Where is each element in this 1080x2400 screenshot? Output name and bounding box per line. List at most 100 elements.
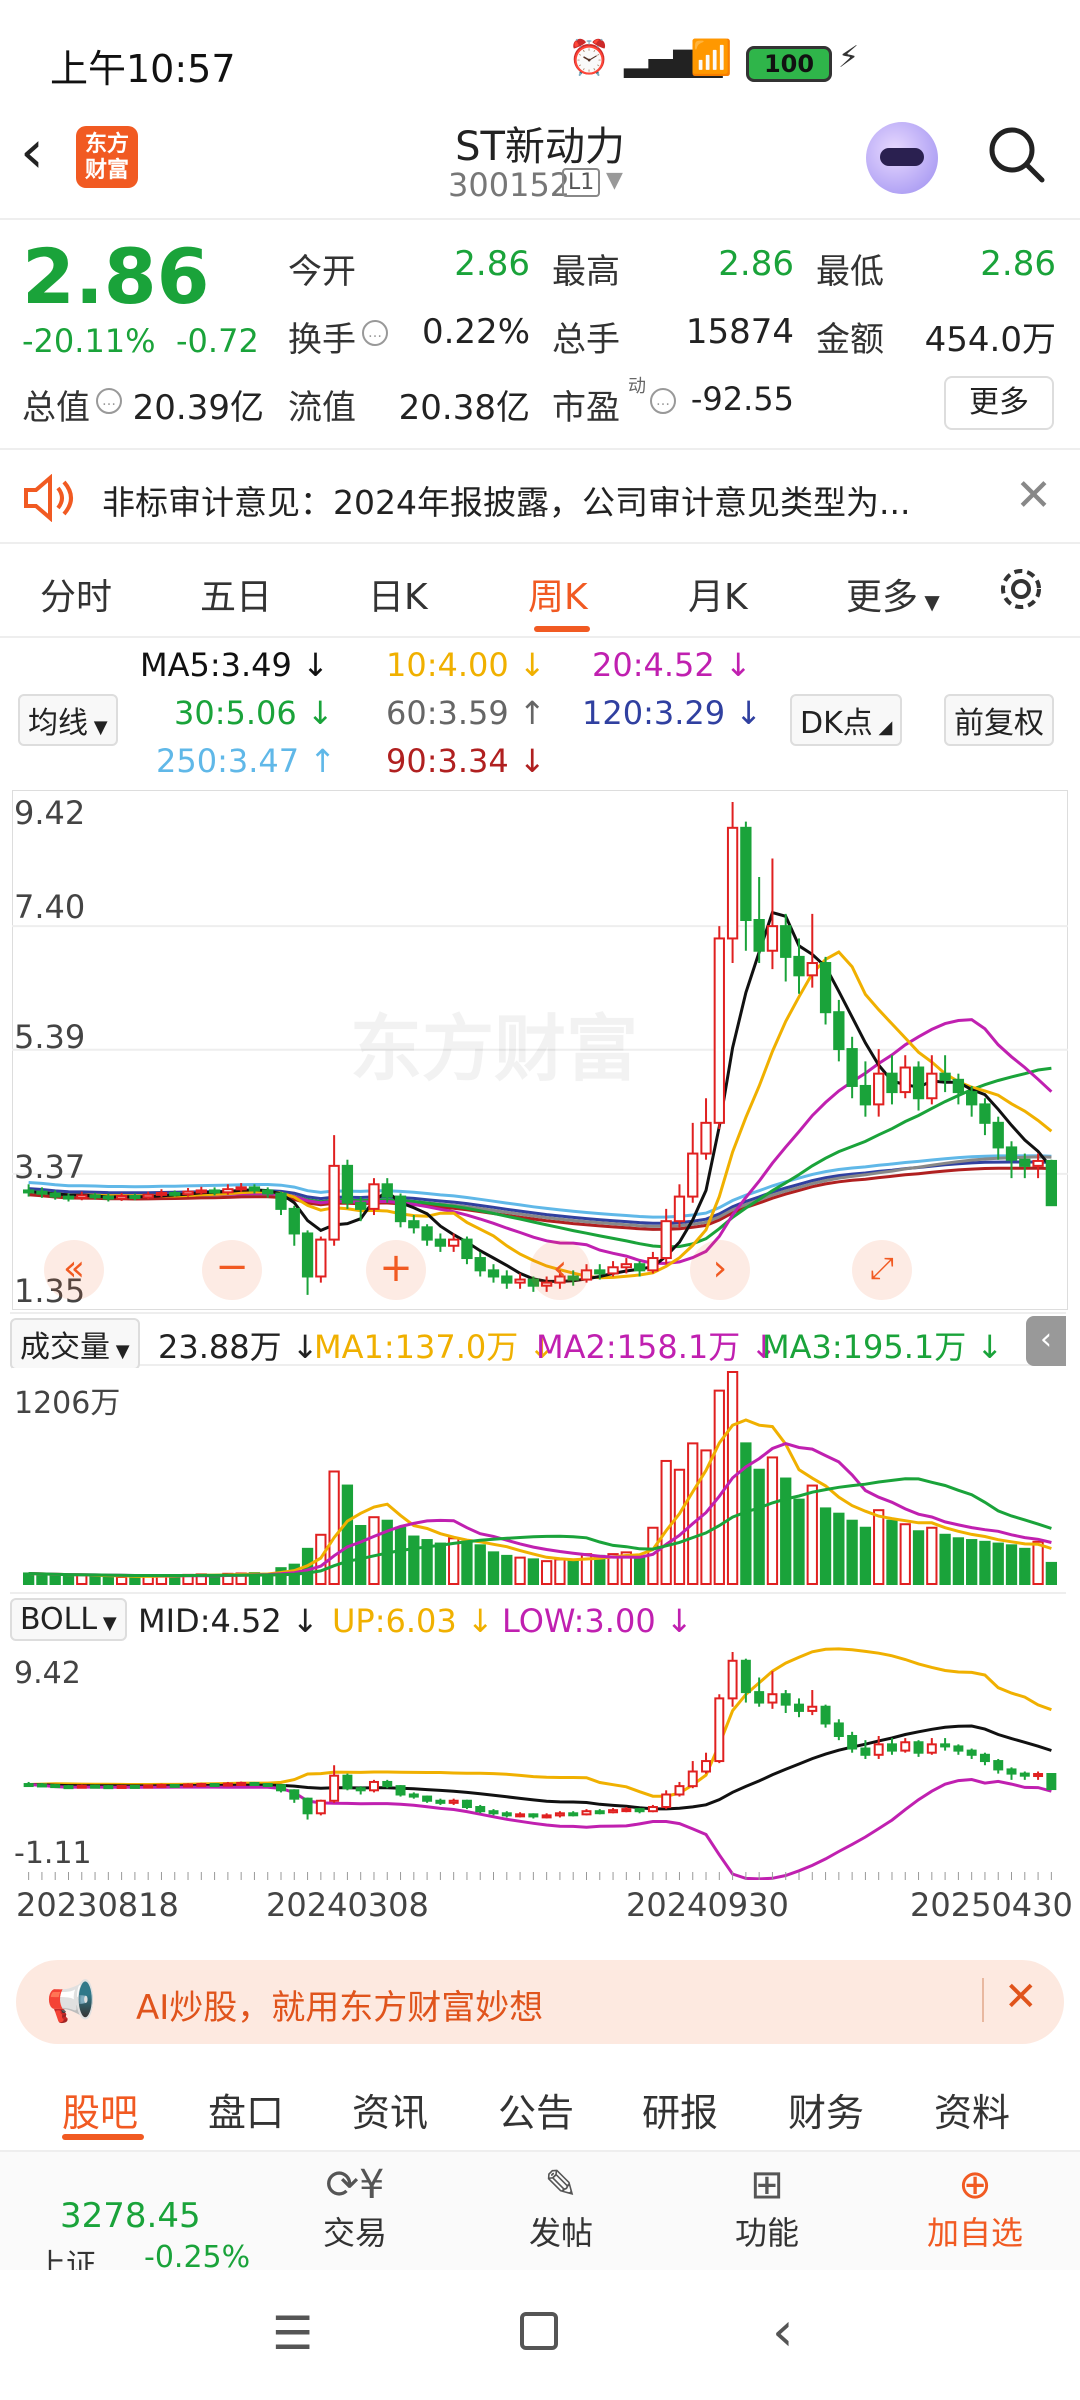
candle-body [514, 1278, 526, 1284]
add-watchlist-button[interactable]: ⊕ 加自选 [910, 2162, 1040, 2254]
chart-frame [12, 1646, 1068, 1880]
home-icon[interactable] [520, 2312, 558, 2350]
search-icon[interactable] [986, 124, 1046, 184]
volume-bar [115, 1575, 128, 1585]
volume-bar [501, 1554, 513, 1585]
boll-candle-body [276, 1784, 286, 1792]
volume-selector[interactable]: 成交量 ▼ [10, 1318, 140, 1370]
boll-selector[interactable]: BOLL ▼ [10, 1598, 127, 1641]
tab-news[interactable]: 资讯 [352, 2082, 428, 2137]
add-watchlist-label: 加自选 [926, 2214, 1023, 2252]
float-mv-value: 20.38亿 [398, 388, 530, 428]
boll-chart[interactable] [12, 1646, 1068, 1880]
ai-promo-banner[interactable]: 📢 AI炒股，就用东方财富妙想 ✕ [16, 1960, 1064, 2044]
ma-selector[interactable]: 均线 ▼ [18, 694, 118, 746]
candle-body [381, 1183, 393, 1198]
scroll-right-icon[interactable]: › [690, 1240, 750, 1300]
boll-low: LOW:3.00 ↓ [502, 1602, 693, 1640]
boll-candle-body [103, 1785, 114, 1790]
close-icon[interactable]: ✕ [1015, 470, 1052, 521]
info-icon[interactable]: … [650, 388, 676, 414]
candle-body [49, 1192, 61, 1198]
candle-body [873, 1072, 885, 1106]
stock-code: 300152 [448, 166, 571, 204]
tab-profile[interactable]: 资料 [934, 2082, 1010, 2137]
adjust-button[interactable]: 前复权 [944, 694, 1054, 746]
info-icon[interactable]: … [96, 388, 122, 414]
notice-text[interactable]: 非标审计意见：2024年报披露，公司审计意见类型为... [102, 476, 910, 524]
volume-bar [687, 1442, 699, 1586]
candle-body [594, 1269, 606, 1275]
volume-bar [966, 1539, 978, 1586]
volume-bar [49, 1574, 61, 1586]
turnover-label: 换手 [288, 320, 356, 360]
volume-bar [673, 1468, 686, 1585]
level-badge[interactable]: L1 [562, 168, 601, 197]
candle-body [461, 1238, 473, 1260]
tab-financials[interactable]: 财务 [788, 2082, 864, 2137]
candle-body [833, 1011, 845, 1051]
candle-body [474, 1257, 486, 1272]
index-value[interactable]: 3278.45 [60, 2196, 201, 2236]
ma10-legend: 10:4.00 ↓ [386, 646, 546, 684]
candle-body [673, 1195, 686, 1223]
megaphone-icon: 📢 [46, 1979, 96, 2025]
fullscreen-icon[interactable]: ⤢ [852, 1240, 912, 1300]
close-icon[interactable]: ✕ [1004, 1974, 1038, 2020]
candle-body [22, 1189, 35, 1194]
boll-candle-body [568, 1812, 579, 1817]
boll-candle-body [169, 1783, 180, 1788]
boll-candle-body [448, 1799, 459, 1804]
tab-daily[interactable]: 日K [368, 568, 428, 620]
boll-candle-body [900, 1741, 911, 1752]
candle-body [1005, 1146, 1018, 1161]
trade-label: 交易 [322, 2214, 387, 2252]
candle-body [607, 1266, 619, 1275]
tab-research[interactable]: 研报 [642, 2082, 718, 2137]
dk-point-button[interactable]: DK点 ◢ [790, 694, 903, 746]
tab-forum[interactable]: 股吧 [62, 2082, 138, 2137]
zoom-in-icon[interactable]: + [366, 1240, 426, 1300]
caret-down-icon[interactable]: ▼ [606, 168, 623, 193]
side-panel-toggle-icon[interactable]: ‹ [1026, 1316, 1066, 1366]
volume-value: 15874 [685, 312, 794, 352]
gear-icon[interactable] [996, 564, 1046, 614]
boll-candle-body [541, 1814, 552, 1819]
boll-candle-body [701, 1760, 712, 1773]
more-button[interactable]: 更多 [944, 376, 1054, 430]
footer-toolbar: 3278.45 上证 -0.25% ⟳¥ 交易 ✎ 发帖 ⊞ 功能 ⊕ 加自选 [0, 2150, 1080, 2283]
period-tabs: 分时 五日 日K 周K 月K 更多 ▼ [0, 546, 1080, 638]
date-label: 20240308 [266, 1886, 429, 1924]
tab-weekly[interactable]: 周K [528, 568, 588, 620]
volume-chart[interactable] [12, 1368, 1068, 1588]
trade-button[interactable]: ⟳¥ 交易 [310, 2162, 400, 2254]
menu-icon[interactable]: ☰ [272, 2306, 313, 2360]
tab-more[interactable]: 更多 ▼ [846, 568, 940, 620]
back-nav-icon[interactable]: ‹ [772, 2300, 794, 2363]
boll-candle-body [289, 1789, 300, 1800]
info-icon[interactable]: … [362, 320, 388, 346]
tab-orderbook[interactable]: 盘口 [208, 2082, 284, 2137]
boll-candle-body [183, 1783, 194, 1788]
scroll-left-icon[interactable]: ‹ [530, 1240, 590, 1300]
scroll-left-fast-icon[interactable]: « [44, 1240, 104, 1300]
function-button[interactable]: ⊞ 功能 [722, 2162, 812, 2254]
ai-assistant-icon[interactable] [866, 122, 938, 194]
zoom-out-icon[interactable]: − [202, 1240, 262, 1300]
candle-body [315, 1238, 327, 1278]
candle-body [62, 1195, 75, 1200]
volume-value: 23.88万 ↓ [158, 1328, 319, 1366]
post-button[interactable]: ✎ 发帖 [516, 2162, 606, 2254]
low-label: 最低 [816, 252, 884, 292]
tab-monthly[interactable]: 月K [688, 568, 748, 620]
charging-icon: ⚡ [838, 40, 860, 75]
promo-text[interactable]: AI炒股，就用东方财富妙想 [136, 1980, 543, 2029]
tab-intraday[interactable]: 分时 [40, 568, 112, 620]
candle-body [687, 1152, 699, 1198]
tab-five-day[interactable]: 五日 [200, 568, 272, 620]
volume-ma3: MA3:195.1万 ↓ [762, 1328, 1004, 1366]
notice-bar[interactable]: 非标审计意见：2024年报披露，公司审计意见类型为... ✕ [0, 452, 1080, 544]
tab-announcements[interactable]: 公告 [498, 2082, 574, 2137]
volume-ma1: MA1:137.0万 ↓ [314, 1328, 556, 1366]
volume-bar [89, 1575, 101, 1586]
